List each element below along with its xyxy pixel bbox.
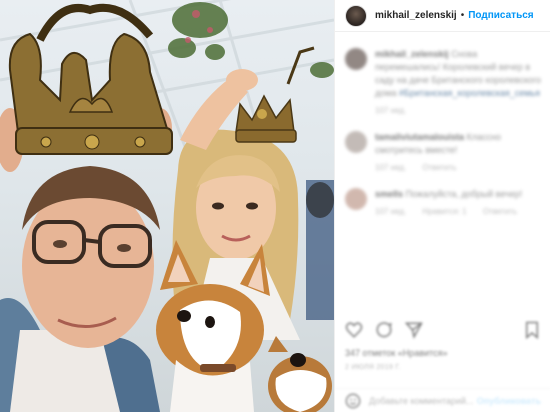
comment-input[interactable]: Добавьте комментарий...: [369, 396, 473, 406]
comment-meta: 107 нед.: [375, 104, 541, 117]
emoji-icon[interactable]: [345, 393, 361, 409]
comment-item: smells Пожалуйста, добрый вечер! 107 нед…: [345, 188, 541, 218]
reply-button[interactable]: Ответить: [422, 163, 456, 172]
comment-item: mikhail_zelenskij Снова перемешались! Ко…: [345, 48, 541, 117]
comment-hashtag[interactable]: #Британская_королевская_семья: [399, 88, 540, 98]
comment-likes[interactable]: Нравится: 1: [422, 207, 466, 216]
comment-avatar[interactable]: [345, 48, 367, 70]
reply-button[interactable]: Ответить: [483, 207, 517, 216]
comment-body: smells Пожалуйста, добрый вечер! 107 нед…: [375, 188, 541, 218]
separator-dot: •: [460, 10, 465, 21]
comment-time: 107 нед.: [375, 207, 407, 216]
post-date: 2 ИЮЛЯ 2019 Г.: [345, 364, 401, 371]
post-photo[interactable]: [0, 0, 334, 412]
comment-time: 107 нед.: [375, 163, 407, 172]
post-header: mikhail_zelenskij • Подписаться: [335, 0, 550, 32]
comment-username[interactable]: tamaliviutamalouista: [375, 132, 464, 142]
comment-text: Пожалуйста, добрый вечер!: [405, 189, 523, 199]
comment-avatar[interactable]: [345, 188, 367, 210]
add-comment-bar: Добавьте комментарий... Опубликовать: [335, 388, 550, 412]
share-icon[interactable]: [405, 321, 423, 339]
publish-button[interactable]: Опубликовать: [477, 396, 541, 406]
comment-avatar[interactable]: [345, 131, 367, 153]
bookmark-icon[interactable]: [523, 321, 541, 339]
username-link[interactable]: mikhail_zelenskij: [375, 10, 457, 21]
comment-body: tamaliviutamalouista Классно смотритесь …: [375, 131, 541, 174]
comment-icon[interactable]: [375, 321, 393, 339]
heart-icon[interactable]: [345, 321, 363, 339]
post-photo-illustration: [0, 0, 334, 412]
comment-item: tamaliviutamalouista Классно смотритесь …: [345, 131, 541, 174]
comment-username[interactable]: mikhail_zelenskij: [375, 49, 449, 59]
comment-meta: 107 нед. Нравится: 1 Ответить: [375, 205, 541, 218]
post-actions: [335, 316, 550, 344]
comment-time: 107 нед.: [375, 106, 407, 115]
comments-list: mikhail_zelenskij Снова перемешались! Ко…: [335, 34, 550, 314]
avatar[interactable]: [345, 4, 367, 27]
comment-username[interactable]: smells: [375, 189, 403, 199]
likes-count[interactable]: 347 отметок «Нравится»: [345, 348, 448, 358]
follow-button[interactable]: Подписаться: [468, 10, 533, 21]
post-side-panel: mikhail_zelenskij • Подписаться mikhail_…: [334, 0, 550, 412]
comment-meta: 107 нед. Ответить: [375, 161, 541, 174]
comment-body: mikhail_zelenskij Снова перемешались! Ко…: [375, 48, 541, 117]
